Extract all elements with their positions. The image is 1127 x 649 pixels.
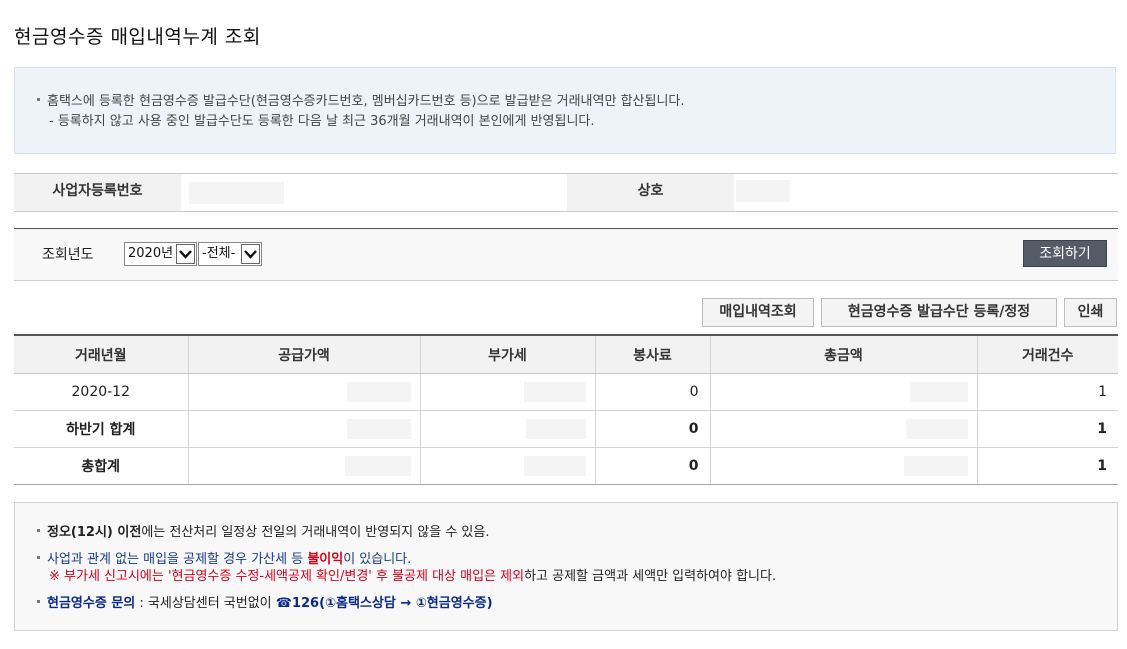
period-select[interactable]: -전체-	[198, 242, 262, 266]
bullet-icon	[37, 529, 40, 532]
notice-item-3: 현금영수증 문의 : 국세상담센터 국번없이 ☎126(①홈택스상담 → ①현금…	[37, 592, 493, 611]
cell-month: 총합계	[14, 447, 188, 485]
cell-total	[709, 373, 977, 411]
cell-month: 2020-12	[14, 373, 188, 411]
cell-count: 1	[976, 410, 1118, 448]
cell-supply	[187, 373, 420, 411]
masked-value	[189, 182, 284, 204]
table-row: 2020-12 0 1	[14, 373, 1118, 411]
masked-value	[523, 382, 586, 402]
page-title: 현금영수증 매입내역누계 조회	[14, 26, 261, 48]
table-row: 하반기 합계 0 1	[14, 410, 1118, 448]
cell-vat	[419, 447, 595, 485]
business-name-label: 상호	[567, 174, 734, 211]
year-select[interactable]: 2020년	[124, 242, 197, 266]
cell-count: 1	[976, 447, 1118, 485]
bullet-icon	[37, 600, 40, 603]
masked-value	[346, 382, 411, 402]
business-name-value	[734, 174, 1118, 211]
table-row: 총합계 0 1	[14, 447, 1118, 485]
cell-total	[709, 447, 977, 485]
cell-vat	[419, 410, 595, 448]
chevron-down-icon[interactable]	[176, 244, 195, 264]
summary-table: 거래년월 공급가액 부가세 봉사료 총금액 거래건수 2020-12 0 1 하…	[14, 334, 1118, 485]
print-button[interactable]: 인쇄	[1064, 298, 1117, 327]
notice-item-2-sub: ※ 부가세 신고시에는 '현금영수증 수정-세액공제 확인/변경' 후 불공제 …	[49, 569, 777, 584]
business-reg-no-value	[181, 174, 567, 211]
cell-count: 1	[976, 373, 1118, 411]
cell-service: 0	[594, 410, 710, 448]
info-line-1: 홈택스에 등록한 현금영수증 발급수단(현금영수증카드번호, 멤버십카드번호 등…	[37, 90, 685, 109]
col-header-month: 거래년월	[14, 334, 188, 374]
phone-info: ☎126(①홈택스상담 → ①현금영수증)	[275, 596, 493, 611]
col-header-total: 총금액	[709, 334, 977, 374]
search-year-label: 조회년도	[42, 247, 94, 263]
cell-vat	[419, 373, 595, 411]
cell-total	[709, 410, 977, 448]
search-button[interactable]: 조회하기	[1023, 240, 1107, 267]
business-info-row: 사업자등록번호 상호	[14, 173, 1118, 212]
masked-value	[905, 419, 968, 439]
chevron-down-icon[interactable]	[241, 244, 260, 264]
masked-value	[525, 419, 586, 439]
cell-month: 하반기 합계	[14, 410, 188, 448]
cell-supply	[187, 410, 420, 448]
purchase-lookup-button[interactable]: 매입내역조회	[702, 298, 814, 327]
masked-value	[344, 456, 411, 476]
cell-supply	[187, 447, 420, 485]
masked-value	[736, 180, 790, 202]
search-panel: 조회년도 2020년 -전체- 조회하기	[14, 228, 1118, 281]
col-header-supply: 공급가액	[187, 334, 420, 374]
notice-item-1: 정오(12시) 이전에는 전산처리 일정상 전일의 거래내역이 반영되지 않을 …	[37, 521, 489, 540]
bullet-icon	[37, 556, 40, 559]
info-box: 홈택스에 등록한 현금영수증 발급수단(현금영수증카드번호, 멤버십카드번호 등…	[14, 67, 1116, 154]
business-reg-no-label: 사업자등록번호	[14, 174, 181, 211]
masked-value	[903, 456, 968, 476]
masked-value	[346, 419, 411, 439]
masked-value	[909, 382, 968, 402]
bullet-icon	[37, 98, 40, 101]
col-header-service: 봉사료	[594, 334, 710, 374]
notice-box: 정오(12시) 이전에는 전산처리 일정상 전일의 거래내역이 반영되지 않을 …	[14, 502, 1118, 631]
cell-service: 0	[594, 373, 710, 411]
masked-value	[523, 456, 586, 476]
info-line-2: - 등록하지 않고 사용 중인 발급수단도 등록한 다음 날 최근 36개월 거…	[49, 114, 595, 129]
register-receipt-method-button[interactable]: 현금영수증 발급수단 등록/정정	[821, 298, 1057, 327]
table-header-row: 거래년월 공급가액 부가세 봉사료 총금액 거래건수	[14, 334, 1118, 374]
col-header-count: 거래건수	[976, 334, 1118, 374]
cell-service: 0	[594, 447, 710, 485]
col-header-vat: 부가세	[419, 334, 595, 374]
